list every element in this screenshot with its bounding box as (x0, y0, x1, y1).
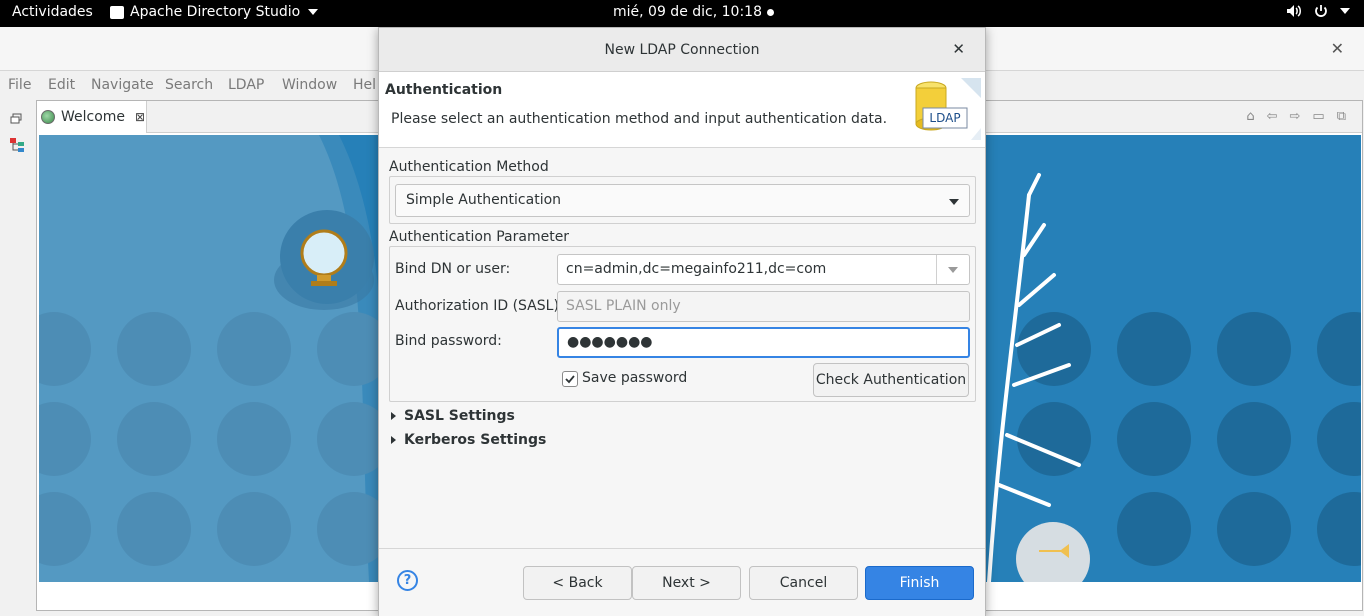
menu-navigate[interactable]: Navigate (91, 77, 154, 93)
menu-ldap[interactable]: LDAP (228, 77, 264, 93)
minimize-icon[interactable]: ▭ (1312, 109, 1324, 124)
clock[interactable]: mié, 09 de dic, 10:18 (613, 4, 774, 20)
auth-method-value: Simple Authentication (406, 192, 562, 208)
dialog-footer: ? < Back Next > Cancel Finish (379, 548, 985, 616)
finish-button[interactable]: Finish (865, 566, 974, 600)
volume-icon (1287, 5, 1301, 17)
authz-id-label: Authorization ID (SASL): (395, 298, 564, 314)
dialog-title: New LDAP Connection (379, 28, 985, 72)
back-button[interactable]: < Back (523, 566, 632, 600)
bind-dn-dropdown[interactable] (936, 255, 969, 284)
menu-help[interactable]: Hel (353, 77, 376, 93)
notification-dot-icon (766, 8, 774, 16)
restore-icon[interactable] (9, 111, 25, 127)
cancel-button[interactable]: Cancel (749, 566, 858, 600)
activities-button[interactable]: Actividades (12, 4, 93, 20)
tab-close-icon[interactable]: ⊠ (135, 110, 145, 124)
menu-file[interactable]: File (8, 77, 31, 93)
close-icon[interactable]: ✕ (952, 40, 965, 58)
tab-welcome[interactable]: Welcome ⊠ (37, 101, 147, 133)
page-description: Please select an authentication method a… (391, 111, 888, 127)
check-icon (565, 375, 575, 384)
home-icon[interactable]: ⌂ (1246, 109, 1254, 124)
auth-method-select[interactable]: Simple Authentication (395, 184, 970, 217)
chevron-right-icon (391, 436, 396, 444)
power-icon (1315, 5, 1327, 17)
bind-dn-label: Bind DN or user: (395, 261, 511, 277)
editor-toolbar: ⌂ ⇦ ⇨ ▭ ⧉ (1246, 109, 1346, 124)
back-arrow-icon[interactable]: ⇦ (1267, 109, 1278, 124)
menu-window[interactable]: Window (282, 77, 337, 93)
new-ldap-connection-dialog: New LDAP Connection ✕ Authentication Ple… (378, 27, 986, 616)
kerberos-settings-expander[interactable]: Kerberos Settings (391, 432, 546, 448)
tab-welcome-label: Welcome (61, 109, 126, 125)
clock-text: mié, 09 de dic, 10:18 (613, 4, 762, 20)
menu-search[interactable]: Search (165, 77, 213, 93)
auth-method-label: Authentication Method (389, 159, 549, 175)
help-button[interactable]: ? (397, 570, 418, 591)
chevron-down-icon (1340, 8, 1350, 14)
app-icon (110, 5, 124, 19)
ldap-logo-icon: LDAP (915, 78, 981, 140)
sasl-settings-label: SASL Settings (404, 408, 515, 424)
next-button[interactable]: Next > (632, 566, 741, 600)
menu-edit[interactable]: Edit (48, 77, 75, 93)
maximize-icon[interactable]: ⧉ (1337, 109, 1346, 124)
chevron-right-icon (391, 412, 396, 420)
authz-id-field[interactable]: SASL PLAIN only (557, 291, 970, 322)
app-menu[interactable]: Apache Directory Studio (110, 4, 319, 20)
window-close-icon[interactable]: ✕ (1331, 39, 1344, 58)
globe-icon (41, 110, 55, 124)
chevron-down-icon (949, 199, 959, 205)
bind-dn-field[interactable]: cn=admin,dc=megainfo211,dc=com (557, 254, 970, 285)
bind-password-value: ●●●●●●● (567, 334, 653, 350)
page-title: Authentication (385, 82, 503, 98)
dialog-header: Authentication Please select an authenti… (379, 72, 985, 148)
save-password-checkbox[interactable] (562, 371, 578, 387)
app-name: Apache Directory Studio (130, 4, 301, 20)
kerberos-settings-label: Kerberos Settings (404, 432, 547, 448)
bind-password-label: Bind password: (395, 333, 502, 349)
save-password-label: Save password (582, 370, 688, 386)
system-top-bar: Actividades Apache Directory Studio mié,… (0, 0, 1364, 27)
system-tray[interactable] (1286, 4, 1350, 18)
ldap-logo-text: LDAP (929, 111, 960, 125)
bind-dn-value: cn=admin,dc=megainfo211,dc=com (566, 261, 827, 277)
forward-arrow-icon[interactable]: ⇨ (1290, 109, 1301, 124)
check-authentication-button[interactable]: Check Authentication (813, 363, 969, 397)
sasl-settings-expander[interactable]: SASL Settings (391, 408, 515, 424)
authz-id-placeholder: SASL PLAIN only (566, 298, 681, 314)
ldap-browser-icon[interactable] (9, 137, 25, 153)
bind-password-field[interactable]: ●●●●●●● (557, 327, 970, 358)
chevron-down-icon (308, 9, 319, 15)
auth-parameter-label: Authentication Parameter (389, 229, 570, 245)
